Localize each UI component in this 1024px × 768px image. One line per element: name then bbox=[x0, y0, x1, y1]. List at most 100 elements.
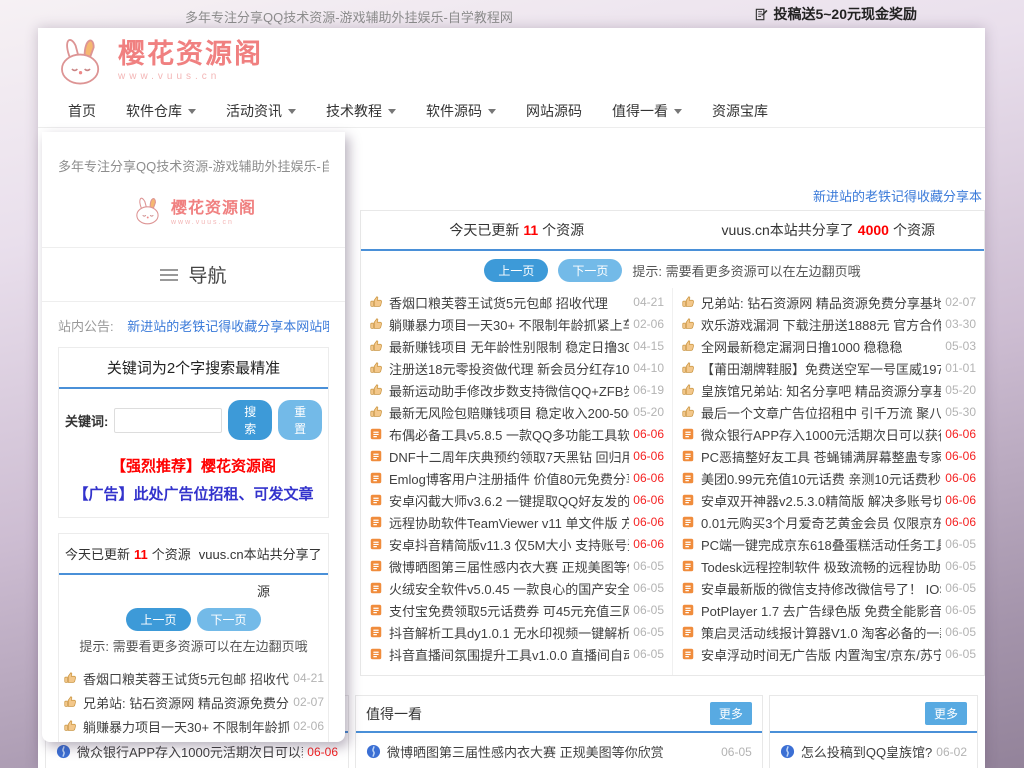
resource-title-link[interactable]: 安卓最新版的微信支持修改微信号了！ IOS版 bbox=[701, 579, 941, 598]
nav-item-label: 软件仓库 bbox=[126, 101, 182, 121]
thumb-icon bbox=[681, 383, 695, 397]
thumb-icon bbox=[681, 339, 695, 353]
nav-toggle-label: 导航 bbox=[188, 261, 226, 288]
resource-title-link[interactable]: 远程协助软件TeamViewer v11 单文件版 方便 bbox=[389, 513, 629, 532]
resource-item: 最新赚钱项目 无年龄性别限制 稳定日撸300+ 04-15 bbox=[369, 335, 664, 357]
resource-title-link[interactable]: 安卓抖音精简版v11.3 仅5M大小 支持账号登录 bbox=[389, 535, 629, 554]
resource-title-link[interactable]: 支付宝免费领取5元话费券 可45元充值三网50 bbox=[389, 601, 629, 620]
resource-date: 06-06 bbox=[633, 427, 664, 441]
resource-date: 05-20 bbox=[633, 405, 664, 419]
resource-title-link[interactable]: 皇族馆兄弟站: 知名分享吧 精品资源分享基地 bbox=[701, 381, 941, 400]
resource-title-link[interactable]: PotPlayer 1.7 去广告绿色版 免费全能影音播 bbox=[701, 601, 941, 620]
resource-title-link[interactable]: 兄弟站: 钻石资源网 精品资源免费分享基地 bbox=[701, 293, 941, 312]
resource-title-link[interactable]: 美团0.99元充值10元话费 亲测10元话费秒到 bbox=[701, 469, 941, 488]
bottom-item-title[interactable]: 微众银行APP存入1000元活期次日可以获得无门 bbox=[77, 742, 303, 761]
nav-item[interactable]: 软件源码 bbox=[426, 101, 496, 121]
ad-link-rent[interactable]: 【广告】此处广告位招租、可发文章 bbox=[59, 478, 328, 517]
resource-title-link[interactable]: Todesk远程控制软件 极致流畅的远程协助工具 bbox=[701, 557, 941, 576]
resource-title-link[interactable]: 火绒安全软件v5.0.45 一款良心的国产安全软件 bbox=[389, 579, 629, 598]
resource-title-link[interactable]: 微博晒图第三届性感内衣大赛 正规美图等你欣 bbox=[389, 557, 629, 576]
doc-icon bbox=[369, 581, 383, 595]
resource-title-link[interactable]: 最后一个文章广告位招租中 引千万流 聚八方 bbox=[701, 403, 941, 422]
nav-item[interactable]: 技术教程 bbox=[326, 101, 396, 121]
resource-title-link[interactable]: 躺赚暴力项目一天30+ 不限制年龄抓紧上车 bbox=[389, 315, 629, 334]
prev-page-button[interactable]: 上一页 bbox=[126, 608, 190, 631]
announcement-marquee[interactable]: 新进站的老铁记得收藏分享本 bbox=[813, 186, 982, 205]
blue-badge-icon bbox=[366, 744, 381, 759]
ad-link-recommend[interactable]: 【强烈推荐】樱花资源阁 bbox=[59, 448, 328, 478]
resource-item: 安卓双开神器v2.5.3.0精简版 解决多账号切换 06-06 bbox=[681, 489, 976, 511]
resource-title-link[interactable]: 0.01元购买3个月爱奇艺黄金会员 仅限京东白 bbox=[701, 513, 941, 532]
resource-title-link[interactable]: 布偶必备工具v5.8.5 一款QQ多功能工具软件 bbox=[389, 425, 629, 444]
doc-icon bbox=[681, 625, 695, 639]
resource-title-link[interactable]: 微众银行APP存入1000元活期次日可以获得无 bbox=[701, 425, 941, 444]
resource-item: 最新运动助手修改步数支持微信QQ+ZFB步 06-19 bbox=[369, 379, 664, 401]
doc-icon bbox=[681, 427, 695, 441]
resource-title-link[interactable]: Emlog博客用户注册插件 价值80元免费分享 bbox=[389, 469, 629, 488]
resource-title-link[interactable]: 安卓双开神器v2.5.3.0精简版 解决多账号切换 bbox=[701, 491, 941, 510]
keyword-input[interactable] bbox=[114, 408, 222, 433]
more-button[interactable]: 更多 bbox=[925, 702, 967, 725]
resource-title-link[interactable]: 香烟口粮芙蓉王试货5元包邮 招收代理 bbox=[389, 293, 629, 312]
notice-marquee[interactable]: 新进站的老铁记得收藏分享本网站哦! bbox=[127, 319, 329, 334]
resource-title-link[interactable]: 安卓浮动时间无广告版 内置淘宝/京东/苏宁/招 bbox=[701, 645, 941, 664]
page-container: 樱花资源阁 www.vuus.cn 首页 软件仓库 活动资讯 技术教程 bbox=[38, 28, 985, 768]
bottom-item-title[interactable]: 微博晒图第三届性感内衣大赛 正规美图等你欣赏 bbox=[387, 742, 717, 761]
resource-title-link[interactable]: 抖音解析工具dy1.0.1 无水印视频一键解析软件 bbox=[389, 623, 629, 642]
resource-item: DNF十二周年庆典预约领取7天黑钻 回归用户 06-06 bbox=[369, 445, 664, 467]
nav-item[interactable]: 值得一看 bbox=[612, 101, 682, 121]
resource-date: 06-05 bbox=[945, 581, 976, 595]
reset-button[interactable]: 重置 bbox=[278, 400, 322, 440]
resource-title-link[interactable]: 躺赚暴力项目一天30+ 不限制年龄抓紧上 bbox=[83, 717, 289, 736]
stats-overflow-char: 源 bbox=[59, 575, 328, 600]
more-button[interactable]: 更多 bbox=[710, 702, 752, 725]
chevron-down-icon bbox=[188, 109, 196, 114]
resource-title-link[interactable]: 安卓闪截大师v3.6.2 一键提取QQ好友发的闪图 bbox=[389, 491, 629, 510]
resource-title-link[interactable]: 欢乐游戏漏洞 下载注册送1888元 官方合作 bbox=[701, 315, 941, 334]
resource-title-link[interactable]: 最新赚钱项目 无年龄性别限制 稳定日撸300+ bbox=[389, 337, 629, 356]
overlay-site-logo[interactable]: 樱花资源阁 www.vuus.cn bbox=[58, 193, 329, 227]
nav-toggle[interactable]: 导航 bbox=[58, 248, 329, 301]
resource-item: 兄弟站: 钻石资源网 精品资源免费分享基 02-07 bbox=[63, 690, 324, 714]
bottom-panel: 更多 怎么投稿到QQ皇族馆? 06-02 bbox=[769, 695, 978, 768]
resource-item: 欢乐游戏漏洞 下载注册送1888元 官方合 03-30 bbox=[63, 738, 324, 742]
search-button[interactable]: 搜索 bbox=[228, 400, 272, 440]
thumb-icon bbox=[681, 317, 695, 331]
resource-title-link[interactable]: 香烟口粮芙蓉王试货5元包邮 招收代理 bbox=[83, 669, 289, 688]
resource-list-left: 香烟口粮芙蓉王试货5元包邮 招收代理 04-21 躺赚暴力项目一天30+ 不限制… bbox=[361, 288, 672, 675]
doc-icon bbox=[681, 471, 695, 485]
bottom-item-date: 06-05 bbox=[721, 745, 752, 759]
resource-title-link[interactable]: 抖音直播间氛围提升工具v1.0.0 直播间自动发 bbox=[389, 645, 629, 664]
resource-item: 皇族馆兄弟站: 知名分享吧 精品资源分享基地 05-20 bbox=[681, 379, 976, 401]
next-page-button[interactable]: 下一页 bbox=[197, 608, 261, 631]
doc-icon bbox=[369, 427, 383, 441]
resource-date: 06-06 bbox=[633, 471, 664, 485]
resource-item: PC恶搞整好友工具 苍蝇铺满屏幕整蛊专家 效 06-06 bbox=[681, 445, 976, 467]
bottom-item-title[interactable]: 怎么投稿到QQ皇族馆? bbox=[801, 742, 932, 761]
resource-title-link[interactable]: 全网最新稳定漏洞日撸1000 稳稳稳 bbox=[701, 337, 941, 356]
resource-title-link[interactable]: PC恶搞整好友工具 苍蝇铺满屏幕整蛊专家 效 bbox=[701, 447, 941, 466]
prev-page-button[interactable]: 上一页 bbox=[484, 259, 548, 282]
bottom-item-date: 06-06 bbox=[307, 745, 338, 759]
next-page-button[interactable]: 下一页 bbox=[558, 259, 622, 282]
nav-item[interactable]: 首页 bbox=[68, 101, 96, 121]
resource-title-link[interactable]: 欢乐游戏漏洞 下载注册送1888元 官方合 bbox=[83, 741, 289, 743]
resource-date: 04-15 bbox=[633, 339, 664, 353]
resource-title-link[interactable]: 策启灵活动线报计算器V1.0 淘客必备的一款软 bbox=[701, 623, 941, 642]
nav-item[interactable]: 活动资讯 bbox=[226, 101, 296, 121]
resource-title-link[interactable]: 最新无风险包赔赚钱项目 稳定收入200-500元 bbox=[389, 403, 629, 422]
resource-item: 安卓抖音精简版v11.3 仅5M大小 支持账号登录 06-06 bbox=[369, 533, 664, 555]
site-logo[interactable]: 樱花资源阁 www.vuus.cn bbox=[52, 31, 263, 89]
resource-title-link[interactable]: DNF十二周年庆典预约领取7天黑钻 回归用户 bbox=[389, 447, 629, 466]
nav-item[interactable]: 软件仓库 bbox=[126, 101, 196, 121]
doc-icon bbox=[369, 603, 383, 617]
resource-title-link[interactable]: PC端一键完成京东618叠蛋糕活动任务工具 bbox=[701, 535, 941, 554]
nav-item[interactable]: 资源宝库 bbox=[712, 101, 768, 121]
site-notice: 站内公告: 新进站的老铁记得收藏分享本网站哦! bbox=[58, 302, 329, 345]
nav-item[interactable]: 网站源码 bbox=[526, 101, 582, 121]
submit-reward-link[interactable]: 投稿送5~20元现金奖励 bbox=[754, 4, 917, 24]
resource-title-link[interactable]: 注册送18元零投资做代理 新会员分红存1000 bbox=[389, 359, 629, 378]
resource-title-link[interactable]: 最新运动助手修改步数支持微信QQ+ZFB步 bbox=[389, 381, 629, 400]
resource-title-link[interactable]: 兄弟站: 钻石资源网 精品资源免费分享基 bbox=[83, 693, 289, 712]
resource-title-link[interactable]: 【莆田潮牌鞋服】免费送空军一号匡威1970s bbox=[701, 359, 941, 378]
